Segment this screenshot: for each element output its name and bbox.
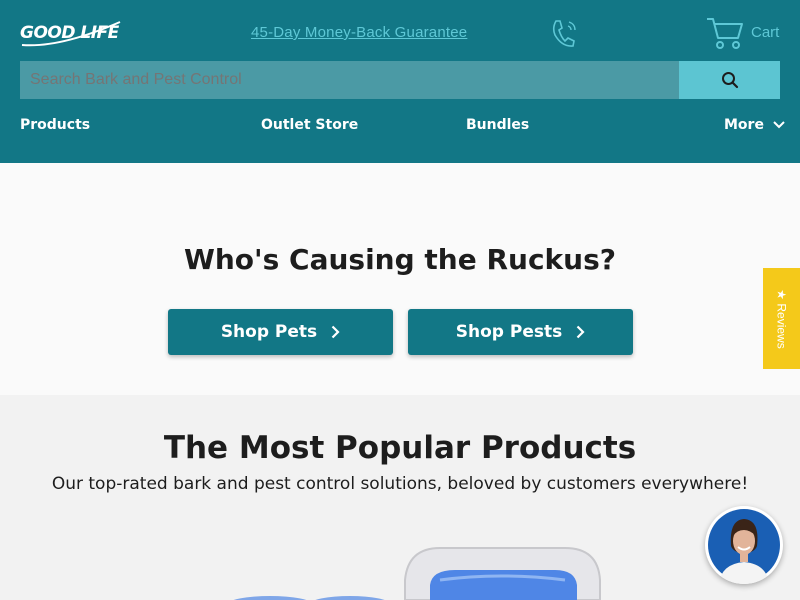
popular-subtitle: Our top-rated bark and pest control solu… [51, 474, 749, 494]
search-icon [721, 72, 738, 89]
nav-bundles[interactable]: Bundles [466, 117, 529, 133]
search-input[interactable] [20, 61, 679, 99]
search-button[interactable] [679, 61, 780, 99]
shop-pets-button[interactable]: Shop Pets [168, 309, 393, 355]
product-image[interactable] [0, 540, 800, 600]
guarantee-link[interactable]: 45-Day Money-Back Guarantee [251, 24, 467, 41]
hero-section [0, 163, 800, 395]
shop-pests-label: Shop Pests [455, 322, 563, 342]
support-agent-avatar[interactable] [705, 506, 783, 584]
good-life-logo[interactable]: GOOD LIFE [20, 18, 125, 48]
nav-products[interactable]: Products [20, 117, 90, 133]
cart-label[interactable]: Cart [751, 24, 779, 41]
nav-outlet-store[interactable]: Outlet Store [261, 117, 358, 133]
reviews-tab-label: ★ Reviews [774, 288, 789, 349]
search-bar [20, 61, 780, 99]
shop-pests-button[interactable]: Shop Pests [408, 309, 633, 355]
hero-title: Who's Causing the Ruckus? [183, 243, 617, 276]
popular-title: The Most Popular Products [163, 430, 637, 466]
chevron-down-icon [773, 121, 785, 129]
phone-icon[interactable] [552, 18, 578, 48]
nav-more-label: More [724, 117, 764, 133]
reviews-tab[interactable]: ★ Reviews [763, 268, 800, 369]
chevron-right-icon [331, 325, 340, 339]
nav-more[interactable]: More [724, 117, 785, 133]
chevron-right-icon [576, 325, 585, 339]
shop-pets-label: Shop Pets [220, 322, 318, 342]
cart-icon[interactable] [705, 16, 745, 50]
logo-swoosh-icon [21, 21, 121, 47]
